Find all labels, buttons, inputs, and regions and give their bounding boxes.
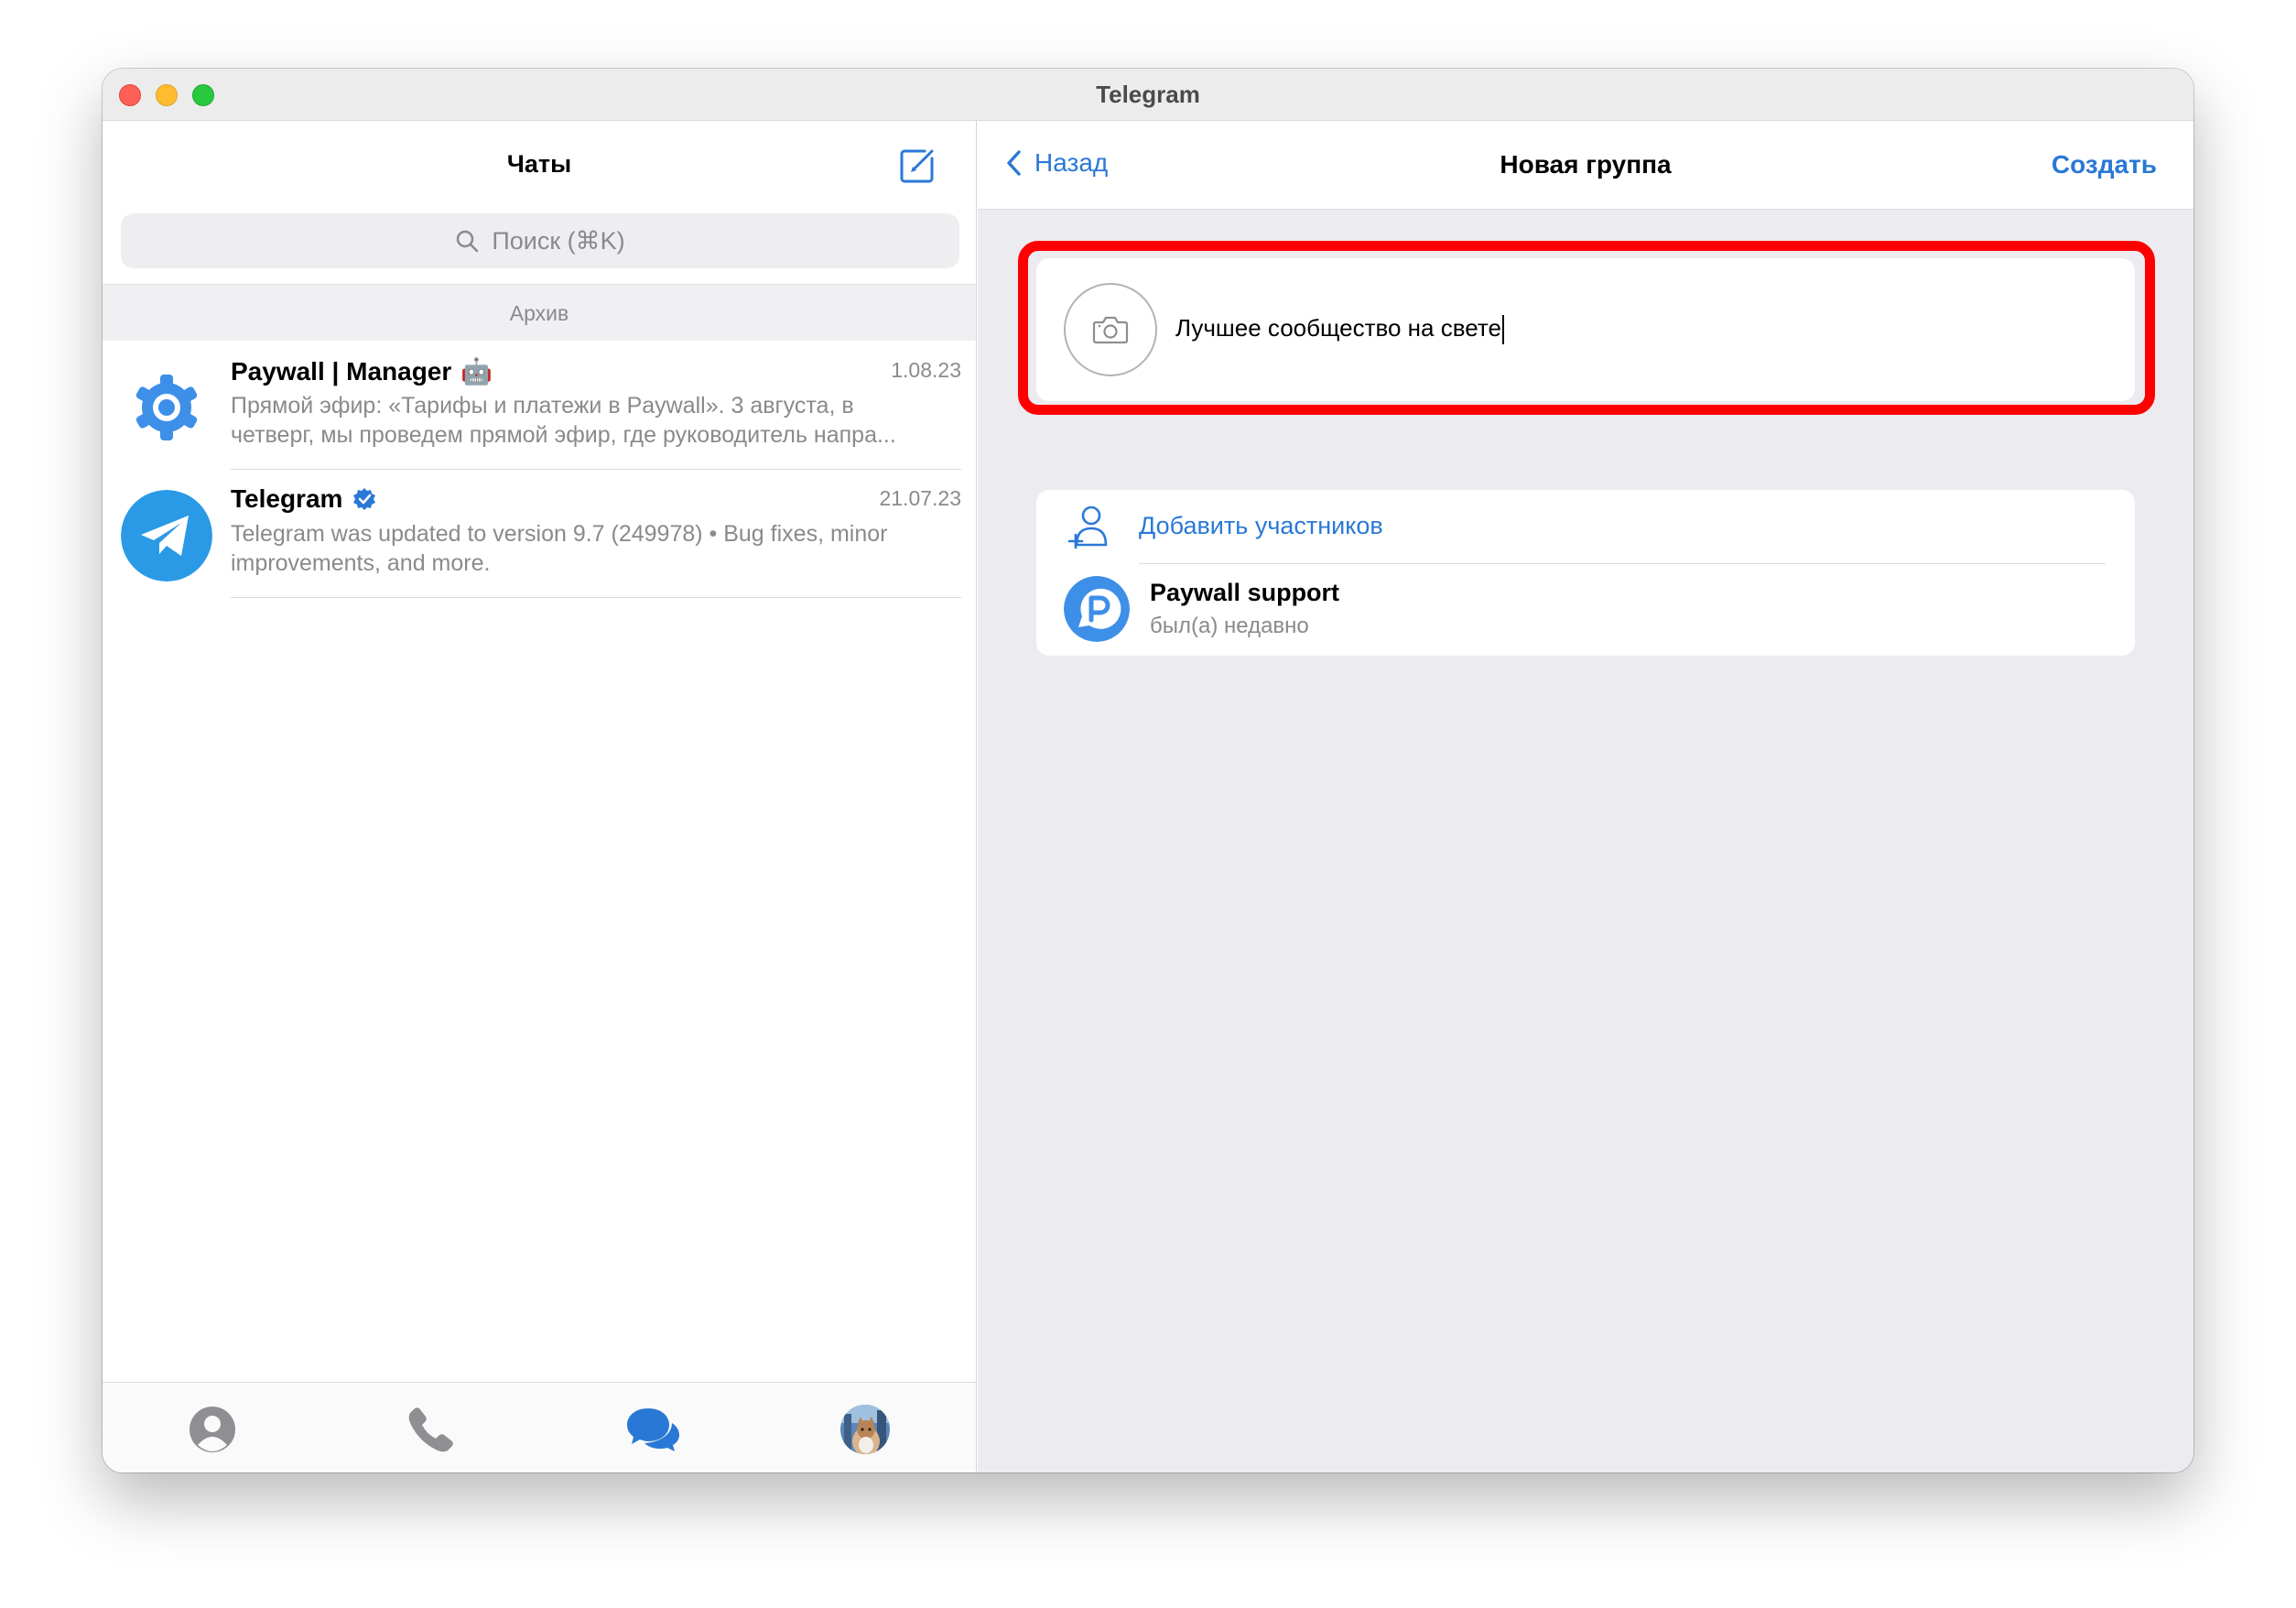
minimize-window-button[interactable]: [156, 84, 178, 106]
gear-avatar-icon: [121, 362, 212, 453]
search-icon: [457, 230, 479, 253]
chat-body: Paywall | Manager 🤖 1.08.23 Прямой эфир:…: [231, 342, 961, 470]
chat-list-title: Чаты: [506, 150, 572, 178]
add-members-label: Добавить участников: [1139, 512, 1383, 539]
chat-list-pane: Чаты Поиск (⌘K) Архив Paywall | Manager …: [103, 121, 977, 1472]
paywall-logo-icon: [1064, 576, 1130, 642]
create-button[interactable]: Создать: [2052, 150, 2157, 179]
chat-preview: Прямой эфир: «Тарифы и платежи в Paywall…: [231, 393, 896, 448]
chat-name: Telegram: [231, 484, 377, 514]
calls-icon[interactable]: [406, 1405, 456, 1454]
member-row[interactable]: Paywall support был(а) недавно: [1036, 564, 2135, 656]
chat-preview: Telegram was updated to version 9.7 (249…: [231, 521, 888, 576]
member-name: Paywall support: [1150, 579, 1340, 606]
add-members-button[interactable]: Добавить участников: [1036, 490, 2135, 563]
profile-avatar[interactable]: [840, 1405, 890, 1454]
title-bar: Telegram: [103, 69, 2193, 121]
chats-icon[interactable]: [624, 1405, 681, 1454]
tab-bar: [103, 1382, 976, 1472]
add-person-icon: [1067, 505, 1108, 549]
new-group-pane: Назад Новая группа Создать Лучшее сообще…: [978, 121, 2193, 1472]
close-window-button[interactable]: [119, 84, 141, 106]
compose-icon[interactable]: [897, 146, 937, 186]
search-placeholder: Поиск (⌘K): [492, 226, 625, 255]
member-status: был(а) недавно: [1150, 614, 1309, 638]
app-window: Telegram Чаты Поиск (⌘K) Архив Paywall |…: [103, 69, 2193, 1472]
chat-name: Paywall | Manager 🤖: [231, 356, 493, 386]
members-card: Добавить участников Paywall support был(…: [1036, 490, 2135, 656]
contacts-icon[interactable]: [188, 1405, 237, 1454]
robot-emoji: 🤖: [460, 357, 493, 386]
highlight-frame: [1018, 241, 2155, 415]
chat-row-paywall-manager[interactable]: Paywall | Manager 🤖 1.08.23 Прямой эфир:…: [103, 342, 976, 470]
verified-badge-icon: [353, 488, 376, 510]
archive-bar[interactable]: Архив: [103, 284, 976, 341]
search-field[interactable]: Поиск (⌘K): [121, 213, 959, 268]
window-title: Telegram: [1096, 81, 1200, 108]
chat-date: 21.07.23: [879, 486, 961, 510]
telegram-logo-icon: [121, 490, 212, 581]
chat-row-telegram[interactable]: Telegram 21.07.23 Telegram was updated t…: [103, 470, 976, 598]
page-title: Новая группа: [1500, 150, 1672, 179]
zoom-window-button[interactable]: [192, 84, 214, 106]
chat-body: Telegram 21.07.23 Telegram was updated t…: [231, 470, 961, 598]
new-group-header: Назад Новая группа Создать: [978, 121, 2193, 210]
chat-date: 1.08.23: [891, 358, 961, 382]
chat-list-header: Чаты: [103, 121, 976, 210]
